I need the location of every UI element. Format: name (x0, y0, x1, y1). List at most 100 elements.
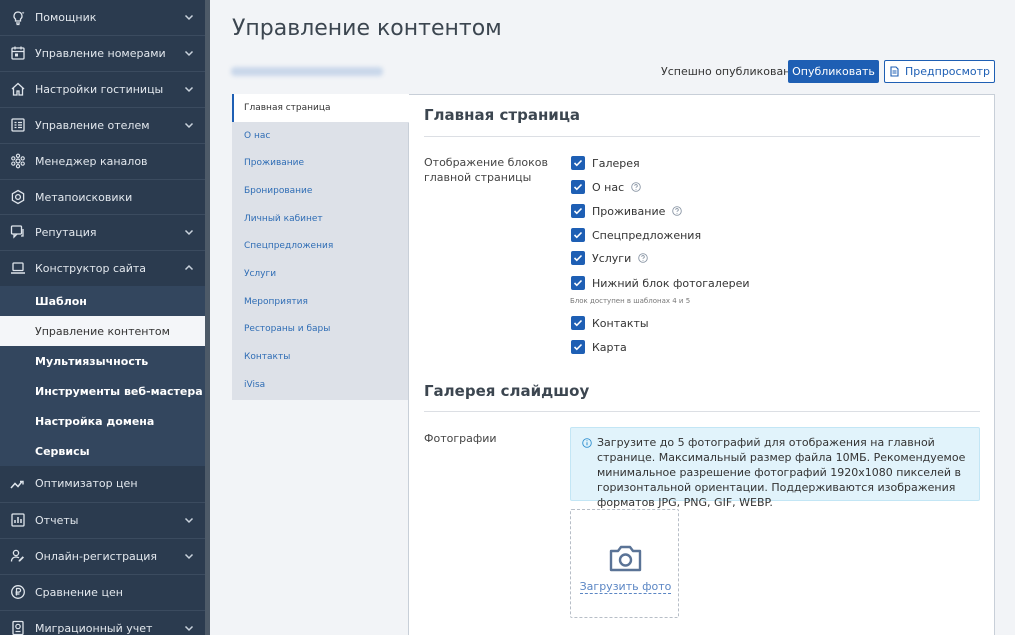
checkbox-special-offers[interactable]: Спецпредложения (571, 227, 701, 243)
checkbox-checked-icon (571, 204, 585, 218)
checkbox-contacts[interactable]: Контакты (571, 315, 649, 331)
divider (424, 136, 980, 137)
chevron-up-icon (184, 264, 194, 271)
upload-photo-link[interactable]: Загрузить фото (571, 580, 680, 594)
submenu-item-content-management[interactable]: Управление контентом (0, 316, 205, 346)
sidebar-item-label: Управление отелем (35, 118, 150, 132)
upload-photo-dropzone[interactable]: Загрузить фото (570, 509, 679, 618)
target-icon (9, 188, 27, 206)
sidebar-item-price-optimizer[interactable]: Оптимизатор цен (0, 466, 205, 501)
help-icon[interactable] (672, 206, 683, 216)
tab-label: Рестораны и бары (244, 324, 331, 334)
tab-label: Мероприятия (244, 297, 308, 307)
checkbox-label: Карта (592, 340, 627, 354)
sidebar-item-assistant[interactable]: Помощник (0, 0, 205, 35)
sidebar-item-hotel-management[interactable]: Управление отелем (0, 107, 205, 142)
tab-label: Спецпредложения (244, 241, 334, 251)
checkbox-label: Спецпредложения (592, 228, 702, 242)
tab-special-offers[interactable]: Спецпредложения (232, 232, 409, 260)
upload-photo-label: Загрузить фото (579, 580, 672, 594)
tab-accommodation[interactable]: Проживание (232, 149, 409, 177)
sidebar-item-reports[interactable]: Отчеты (0, 502, 205, 537)
checkbox-services[interactable]: Услуги (571, 250, 648, 266)
checkbox-gallery[interactable]: Галерея (571, 155, 640, 171)
sidebar-item-price-comparison[interactable]: Сравнение цен (0, 574, 205, 609)
info-box: Загрузите до 5 фотографий для отображени… (570, 427, 980, 509)
preview-button[interactable]: Предпросмотр (884, 60, 995, 83)
tab-personal-account[interactable]: Личный кабинет (232, 205, 409, 233)
submenu-item-label: Инструменты веб-мастера (35, 384, 203, 398)
checkbox-checked-icon (571, 180, 585, 194)
checkbox-checked-icon (571, 251, 585, 265)
sidebar-item-hotel-settings[interactable]: Настройки гостиницы (0, 71, 205, 106)
preview-button-label: Предпросмотр (905, 65, 990, 78)
sidebar: Помощник Управление номерами Настройки г… (0, 0, 205, 635)
ruble-icon (9, 583, 27, 601)
tab-contacts[interactable]: Контакты (232, 343, 409, 371)
sidebar-item-channel-manager[interactable]: Менеджер каналов (0, 143, 205, 178)
sidebar-item-site-builder[interactable]: Конструктор сайта (0, 250, 205, 285)
tab-label: Главная страница (244, 103, 331, 113)
sidebar-item-label: Помощник (35, 11, 97, 24)
checkbox-checked-icon (571, 276, 585, 290)
sidebar-item-label: Менеджер каналов (35, 154, 148, 168)
help-icon[interactable] (638, 253, 648, 263)
list-icon (9, 116, 27, 134)
sidebar-item-rooms[interactable]: Управление номерами (0, 35, 205, 70)
checkbox-label: О нас (592, 180, 625, 194)
sidebar-item-online-registration[interactable]: Онлайн-регистрация (0, 538, 205, 573)
sidebar-item-label: Оптимизатор цен (35, 477, 138, 490)
tabs-divider (408, 123, 409, 635)
calendar-icon (9, 44, 27, 62)
submenu-item-multilingual[interactable]: Мультиязычность (0, 346, 205, 376)
checkbox-accommodation[interactable]: Проживание (571, 203, 683, 219)
chevron-down-icon (184, 50, 194, 57)
tab-label: iVisa (244, 380, 266, 390)
sidebar-item-label: Репутация (35, 225, 97, 239)
chevron-down-icon (184, 517, 194, 524)
submenu-item-label: Настройка домена (35, 414, 155, 428)
sidebar-item-label: Онлайн-регистрация (35, 549, 158, 563)
checkbox-about[interactable]: О нас (571, 179, 641, 195)
comment-icon (9, 223, 27, 241)
tab-restaurants[interactable]: Рестораны и бары (232, 315, 409, 343)
tab-label: О нас (244, 131, 271, 141)
tab-label: Проживание (244, 158, 305, 168)
sidebar-item-label: Настройки гостиницы (35, 82, 164, 96)
checkbox-checked-icon (571, 340, 585, 354)
section-title-home: Главная страница (424, 106, 581, 124)
tab-events[interactable]: Мероприятия (232, 288, 409, 316)
user-edit-icon (9, 547, 27, 565)
sidebar-item-reputation[interactable]: Репутация (0, 214, 205, 249)
checkbox-bottom-gallery[interactable]: Нижний блок фотогалереи (571, 275, 750, 291)
submenu-item-label: Сервисы (35, 444, 90, 458)
chart-icon (9, 511, 27, 529)
submenu-item-domain-settings[interactable]: Настройка домена (0, 406, 205, 436)
tab-about[interactable]: О нас (232, 122, 409, 150)
submenu-item-template[interactable]: Шаблон (0, 286, 205, 316)
sidebar-item-label: Миграционный учет (35, 621, 153, 635)
document-icon (890, 66, 899, 77)
laptop-icon (9, 259, 27, 277)
submenu-item-webmaster-tools[interactable]: Инструменты веб-мастера (0, 376, 205, 406)
sidebar-item-metasearch[interactable]: Метапоисковики (0, 179, 205, 214)
tab-booking[interactable]: Бронирование (232, 177, 409, 205)
publish-button[interactable]: Опубликовать (788, 60, 879, 83)
sidebar-item-label: Конструктор сайта (35, 261, 147, 275)
sidebar-scrollbar[interactable] (205, 0, 210, 635)
photos-label: Фотографии (424, 432, 497, 445)
checkbox-label: Нижний блок фотогалереи (592, 276, 750, 290)
help-icon[interactable] (631, 182, 641, 192)
sidebar-item-migration[interactable]: Миграционный учет (0, 610, 205, 635)
tab-services[interactable]: Услуги (232, 260, 409, 288)
tab-home-page[interactable]: Главная страница (232, 94, 409, 122)
checkbox-label: Проживание (592, 204, 666, 218)
lightbulb-icon (9, 9, 27, 27)
home-icon (9, 80, 27, 98)
blurred-site-url (231, 67, 383, 76)
tab-ivisa[interactable]: iVisa (232, 371, 409, 399)
info-icon (582, 438, 592, 448)
checkbox-map[interactable]: Карта (571, 339, 627, 355)
submenu-item-services[interactable]: Сервисы (0, 436, 205, 466)
sidebar-item-label: Метапоисковики (35, 190, 133, 204)
